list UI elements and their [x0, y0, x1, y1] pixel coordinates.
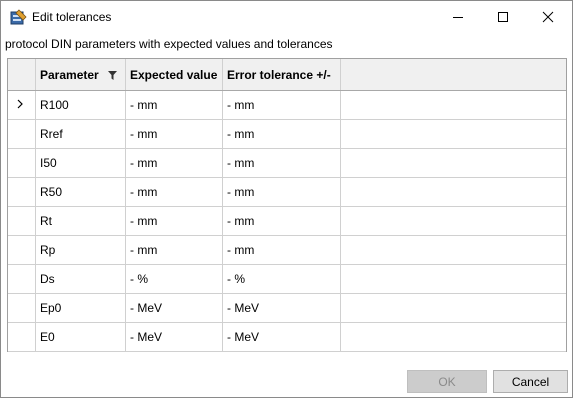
- table-row[interactable]: E0 - MeV - MeV: [8, 322, 566, 352]
- cell-expected-value[interactable]: - mm: [125, 90, 223, 120]
- cell-filler: [340, 90, 566, 120]
- cell-expected-value[interactable]: - mm: [125, 177, 223, 207]
- cancel-button[interactable]: Cancel: [493, 370, 568, 393]
- cell-expected-value[interactable]: - mm: [125, 148, 223, 178]
- cell-expected-value[interactable]: - MeV: [125, 293, 223, 323]
- cell-expected-value[interactable]: - %: [125, 264, 223, 294]
- column-header-filler: [340, 59, 566, 91]
- row-header-corner: [8, 59, 36, 91]
- filter-icon[interactable]: [108, 70, 118, 80]
- cell-parameter[interactable]: R50: [35, 177, 126, 207]
- row-selector[interactable]: [8, 177, 36, 207]
- cell-parameter[interactable]: R100: [35, 90, 126, 120]
- close-icon: [542, 11, 553, 23]
- maximize-icon: [497, 12, 508, 22]
- app-icon: [10, 9, 27, 25]
- cell-filler: [340, 293, 566, 323]
- minimize-button[interactable]: [435, 1, 480, 33]
- cell-parameter[interactable]: Rt: [35, 206, 126, 236]
- window-title: Edit tolerances: [32, 10, 112, 24]
- table-row[interactable]: I50 - mm - mm: [8, 148, 566, 178]
- cell-parameter[interactable]: E0: [35, 322, 126, 352]
- cell-error-tolerance[interactable]: - mm: [222, 206, 341, 236]
- tolerances-grid: Parameter Expected value Error tolerance…: [7, 58, 567, 352]
- row-selector[interactable]: [8, 293, 36, 323]
- row-selector[interactable]: [8, 119, 36, 149]
- cell-expected-value[interactable]: - mm: [125, 235, 223, 265]
- row-selector[interactable]: [8, 90, 36, 120]
- cell-error-tolerance[interactable]: - mm: [222, 235, 341, 265]
- column-header-parameter-label: Parameter: [40, 67, 99, 82]
- cell-filler: [340, 119, 566, 149]
- tolerances-table: Parameter Expected value Error tolerance…: [8, 59, 566, 352]
- cell-filler: [340, 148, 566, 178]
- cell-parameter[interactable]: Rp: [35, 235, 126, 265]
- table-row[interactable]: Rt - mm - mm: [8, 206, 566, 236]
- maximize-button[interactable]: [480, 1, 525, 33]
- table-row[interactable]: Ep0 - MeV - MeV: [8, 293, 566, 323]
- cell-parameter[interactable]: Rref: [35, 119, 126, 149]
- close-button[interactable]: [525, 1, 570, 33]
- cell-filler: [340, 264, 566, 294]
- header-row: Parameter Expected value Error tolerance…: [8, 59, 566, 91]
- cell-filler: [340, 235, 566, 265]
- cell-expected-value[interactable]: - mm: [125, 206, 223, 236]
- chevron-right-icon: [17, 99, 23, 109]
- column-header-expected-value[interactable]: Expected value: [125, 59, 223, 91]
- cell-parameter[interactable]: Ds: [35, 264, 126, 294]
- cell-error-tolerance[interactable]: - %: [222, 264, 341, 294]
- cell-error-tolerance[interactable]: - MeV: [222, 293, 341, 323]
- cell-filler: [340, 206, 566, 236]
- cell-expected-value[interactable]: - mm: [125, 119, 223, 149]
- cell-error-tolerance[interactable]: - MeV: [222, 322, 341, 352]
- row-selector[interactable]: [8, 264, 36, 294]
- row-selector[interactable]: [8, 322, 36, 352]
- cell-expected-value[interactable]: - MeV: [125, 322, 223, 352]
- table-row[interactable]: Ds - % - %: [8, 264, 566, 294]
- edit-tolerances-window: Edit tolerances protocol DIN parameters …: [0, 0, 573, 398]
- minimize-icon: [452, 17, 463, 18]
- cell-filler: [340, 322, 566, 352]
- title-bar[interactable]: Edit tolerances: [1, 1, 572, 33]
- grid-description: protocol DIN parameters with expected va…: [5, 37, 333, 51]
- cell-error-tolerance[interactable]: - mm: [222, 177, 341, 207]
- cell-parameter[interactable]: Ep0: [35, 293, 126, 323]
- row-selector[interactable]: [8, 148, 36, 178]
- table-row[interactable]: R100 - mm - mm: [8, 90, 566, 120]
- row-selector[interactable]: [8, 206, 36, 236]
- table-row[interactable]: Rp - mm - mm: [8, 235, 566, 265]
- table-row[interactable]: R50 - mm - mm: [8, 177, 566, 207]
- row-selector[interactable]: [8, 235, 36, 265]
- cell-error-tolerance[interactable]: - mm: [222, 90, 341, 120]
- column-header-error-tolerance[interactable]: Error tolerance +/-: [222, 59, 341, 91]
- ok-button[interactable]: OK: [407, 370, 487, 393]
- cell-error-tolerance[interactable]: - mm: [222, 148, 341, 178]
- table-row[interactable]: Rref - mm - mm: [8, 119, 566, 149]
- column-header-parameter[interactable]: Parameter: [35, 59, 126, 91]
- cell-filler: [340, 177, 566, 207]
- cell-parameter[interactable]: I50: [35, 148, 126, 178]
- cell-error-tolerance[interactable]: - mm: [222, 119, 341, 149]
